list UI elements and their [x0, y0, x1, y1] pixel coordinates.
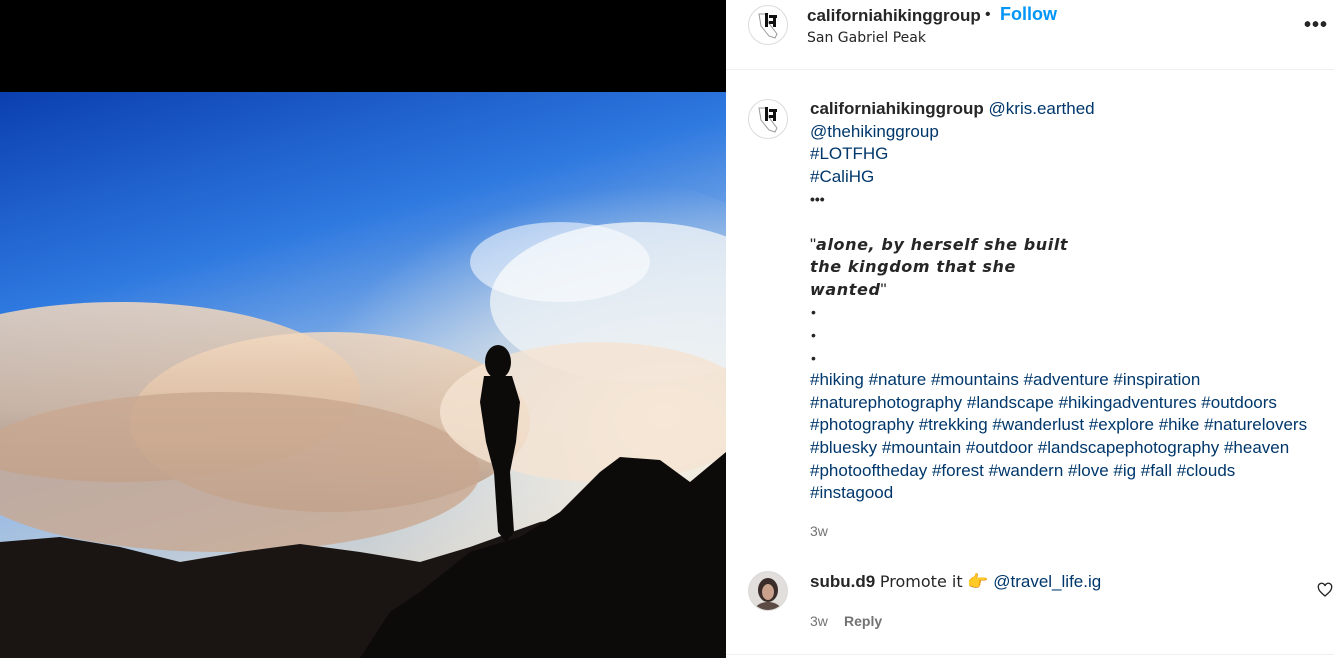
comment: subu.d9 Promote it 👉 @travel_life.ig — [810, 572, 1101, 592]
caption-username[interactable]: californiahikinggroup — [810, 99, 984, 118]
caption-hashtag[interactable]: #CaliHG — [810, 166, 1330, 189]
caption-bullet: • — [811, 349, 816, 366]
like-heart-icon[interactable] — [1317, 582, 1333, 598]
commenter-avatar[interactable] — [748, 571, 788, 611]
hashtag-line[interactable]: #hiking #nature #mountains #adventure #i… — [810, 369, 1330, 392]
caption-mention[interactable]: @kris.earthed — [989, 99, 1095, 118]
person-photo-icon — [749, 572, 787, 610]
california-logo-icon — [758, 107, 778, 133]
caption-dots: ••• — [810, 191, 825, 208]
caption-avatar[interactable] — [748, 99, 788, 139]
header-username[interactable]: californiahikinggroup — [807, 6, 981, 26]
comment-mention[interactable]: @travel_life.ig — [993, 572, 1101, 591]
account-avatar[interactable] — [748, 5, 788, 45]
quote-line: the kingdom that she — [810, 257, 1016, 277]
hashtag-line[interactable]: #photooftheday #forest #wandern #love #i… — [810, 460, 1330, 483]
post-header: californiahikinggroup • Follow San Gabri… — [726, 0, 1334, 70]
comment-text: Promote it — [879, 572, 963, 591]
caption-bullet: • — [811, 326, 816, 343]
caption-timestamp[interactable]: 3w — [810, 523, 828, 539]
location-link[interactable]: San Gabriel Peak — [807, 30, 926, 46]
more-options-icon[interactable]: ••• — [1304, 14, 1328, 37]
hashtag-line[interactable]: #naturephotography #landscape #hikingadv… — [810, 392, 1330, 415]
quote-close: " — [880, 279, 887, 299]
hashtag-line[interactable]: #bluesky #mountain #outdoor #landscapeph… — [810, 437, 1330, 460]
header-separator: • — [985, 6, 991, 23]
comment-username[interactable]: subu.d9 — [810, 572, 875, 591]
caption-hashtag[interactable]: #LOTFHG — [810, 143, 1330, 166]
post-panel: californiahikinggroup • Follow San Gabri… — [726, 0, 1334, 658]
hashtag-line[interactable]: #photography #trekking #wanderlust #expl… — [810, 414, 1330, 437]
pointing-hand-emoji: 👉 — [967, 572, 989, 591]
post-caption: californiahikinggroup @kris.earthed @the… — [810, 98, 1330, 505]
caption-bullet: • — [811, 304, 816, 321]
quote-line: wanted — [810, 279, 881, 299]
caption-mention[interactable]: @thehikinggroup — [810, 121, 1330, 144]
divider — [726, 654, 1334, 655]
post-media[interactable] — [0, 0, 726, 658]
reply-button[interactable]: Reply — [844, 613, 882, 629]
hashtag-line[interactable]: #instagood — [810, 482, 1330, 505]
follow-button[interactable]: Follow — [1000, 4, 1057, 25]
california-logo-icon — [758, 13, 778, 39]
post-photo — [0, 92, 726, 658]
quote-line: alone, by herself she built — [816, 234, 1069, 254]
comment-timestamp[interactable]: 3w — [810, 613, 828, 629]
